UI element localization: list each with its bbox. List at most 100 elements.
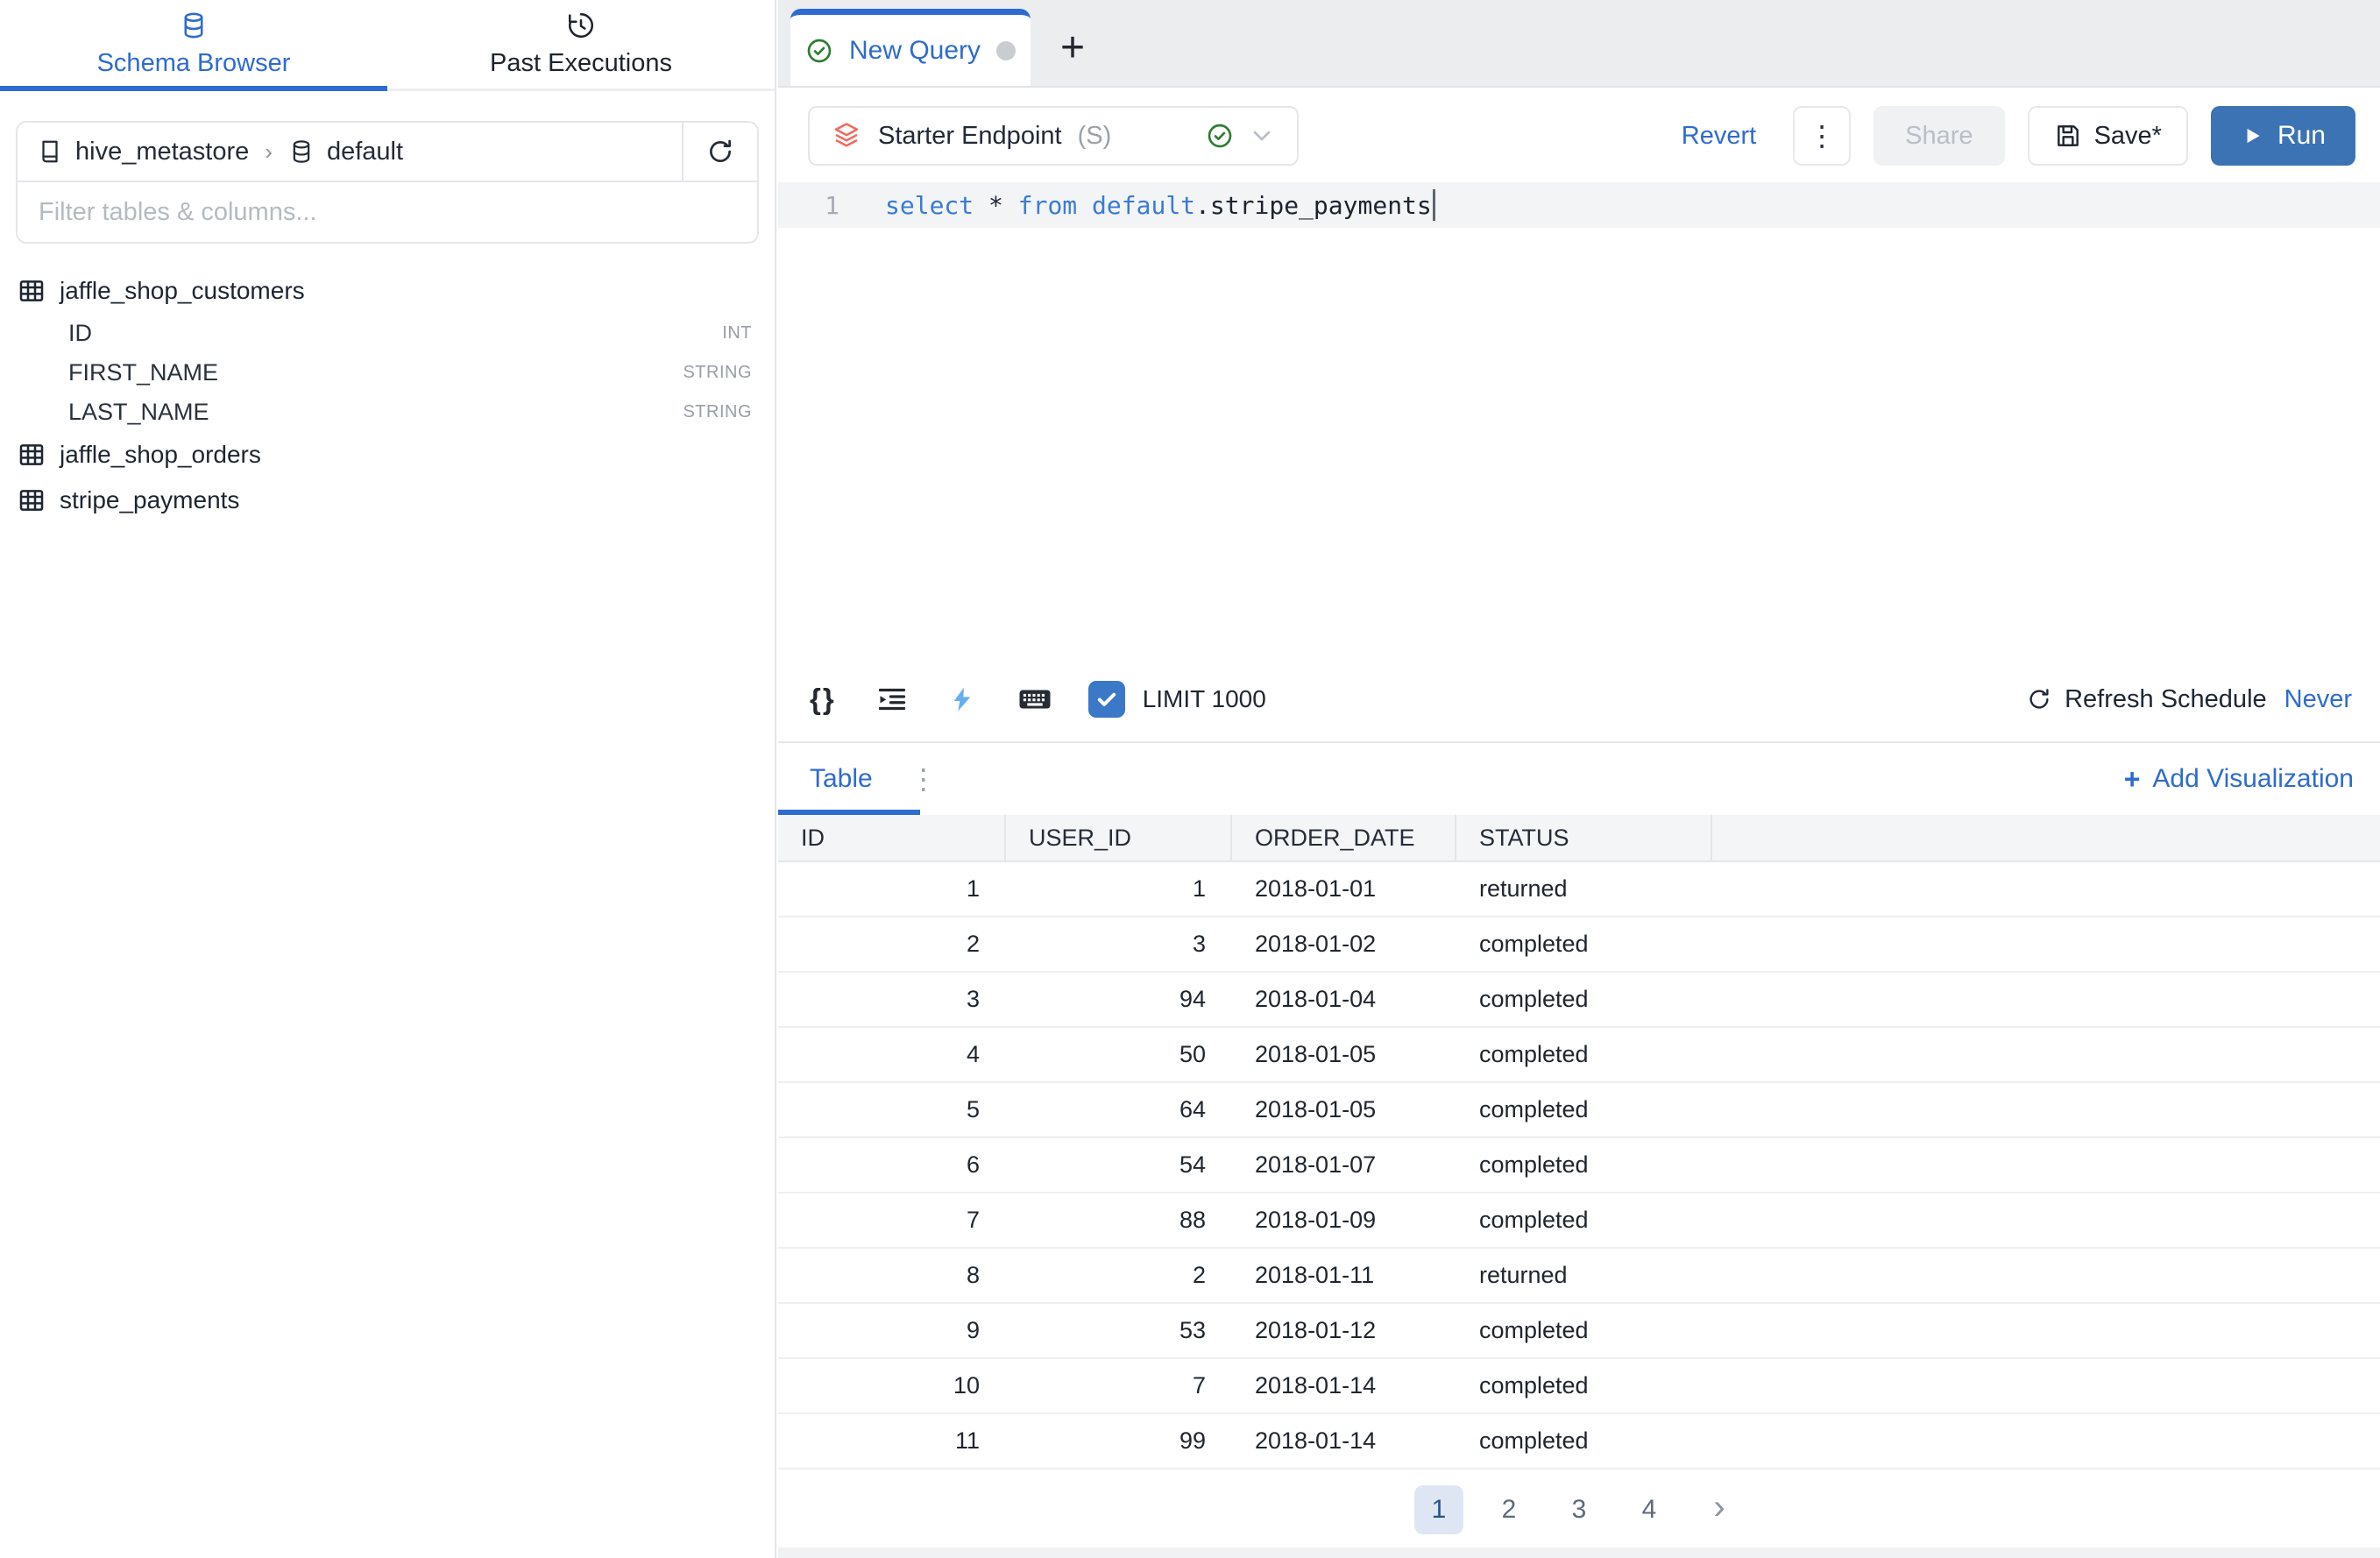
refresh-schedule-icon <box>2026 686 2052 712</box>
filter-input[interactable] <box>39 198 736 227</box>
page-button-2[interactable]: 2 <box>1484 1485 1534 1534</box>
share-button[interactable]: Share <box>1874 106 2004 166</box>
page-button-3[interactable]: 3 <box>1555 1485 1604 1534</box>
tab-table-visualization[interactable]: Table <box>810 764 873 794</box>
new-tab-button[interactable]: + <box>1031 9 1115 86</box>
table-cell: 50 <box>1006 1028 1232 1081</box>
table-cell: 4 <box>778 1028 1006 1081</box>
table-cell: 1 <box>1006 862 1232 916</box>
endpoint-status-check-icon <box>1206 122 1234 150</box>
browser-controls: hive_metastore › default <box>16 121 759 244</box>
table-cell-filler <box>1712 1083 2380 1137</box>
tab-past-executions[interactable]: Past Executions <box>387 0 775 89</box>
refresh-schedule-label: Refresh Schedule <box>2065 685 2267 714</box>
table-cell: completed <box>1456 1083 1712 1137</box>
text-cursor <box>1433 189 1435 221</box>
add-visualization-button[interactable]: + Add Visualization <box>2124 763 2354 796</box>
editor-footer: {} <box>778 668 2380 731</box>
column-header-ID: ID <box>778 815 1006 860</box>
refresh-schema-button[interactable] <box>682 123 757 181</box>
format-braces-icon[interactable]: {} <box>810 683 836 716</box>
catalog-icon <box>37 138 63 165</box>
save-button-label: Save* <box>2094 122 2162 151</box>
table-cell: completed <box>1456 1359 1712 1413</box>
tab-new-query-label: New Query <box>849 36 981 66</box>
table-cell-filler <box>1712 1304 2380 1357</box>
add-visualization-label: Add Visualization <box>2152 764 2354 794</box>
column-header-ORDER_DATE: ORDER_DATE <box>1232 815 1456 860</box>
endpoint-selector[interactable]: Starter Endpoint (S) <box>808 106 1299 166</box>
table-cell: completed <box>1456 1138 1712 1192</box>
refresh-schedule-value[interactable]: Never <box>2284 685 2352 714</box>
table-name: jaffle_shop_customers <box>60 277 305 305</box>
run-play-icon <box>2241 124 2263 147</box>
run-button[interactable]: Run <box>2211 106 2355 166</box>
table-cell-filler <box>1712 1414 2380 1468</box>
table-cell-filler <box>1712 1359 2380 1413</box>
table-cell: 5 <box>778 1083 1006 1137</box>
table-icon <box>18 277 46 305</box>
table-cell: 2 <box>1006 1249 1232 1302</box>
table-cell: completed <box>1456 1304 1712 1357</box>
pagination: 1234 › <box>778 1485 2380 1534</box>
query-tabstrip: New Query + <box>778 0 2380 88</box>
sql-editor[interactable]: 1 select * from default.stripe_payments <box>778 182 2380 668</box>
schema-sidebar: Schema Browser Past Executions hive_meta… <box>0 0 776 1558</box>
table-cell: 9 <box>778 1304 1006 1357</box>
column-header-USER_ID: USER_ID <box>1006 815 1232 860</box>
endpoint-name: Starter Endpoint <box>878 122 1062 151</box>
checkbox-check-icon <box>1094 687 1119 712</box>
table-cell: 8 <box>778 1249 1006 1302</box>
visualization-kebab-icon[interactable]: ⋮ <box>910 762 938 796</box>
keyboard-shortcuts-icon[interactable] <box>1016 681 1053 718</box>
tab-schema-browser[interactable]: Schema Browser <box>0 0 387 89</box>
plus-icon: + <box>2124 763 2141 796</box>
schema-database-icon <box>288 138 315 165</box>
table-cell: completed <box>1456 1414 1712 1468</box>
table-row: 11992018-01-14completed <box>778 1414 2380 1469</box>
tab-new-query[interactable]: New Query <box>790 9 1031 86</box>
save-button[interactable]: Save* <box>2028 106 2188 166</box>
breadcrumb-path[interactable]: hive_metastore › default <box>18 138 682 166</box>
auto-indent-icon[interactable] <box>876 683 908 715</box>
tree-table-jaffle_shop_customers[interactable]: jaffle_shop_customers <box>0 268 775 314</box>
table-row: 112018-01-01returned <box>778 862 2380 917</box>
limit-checkbox[interactable] <box>1088 681 1125 718</box>
sidebar-tabs: Schema Browser Past Executions <box>0 0 775 91</box>
sql-active-line[interactable]: 1 select * from default.stripe_payments <box>778 182 2380 228</box>
breadcrumb-schema[interactable]: default <box>327 138 403 166</box>
table-cell: 2018-01-02 <box>1232 917 1456 971</box>
sql-token: select <box>885 191 974 220</box>
tab-past-executions-label: Past Executions <box>490 49 672 78</box>
query-menu-kebab-button[interactable]: ⋮ <box>1793 106 1851 166</box>
table-cell: 2018-01-07 <box>1232 1138 1456 1192</box>
page-button-4[interactable]: 4 <box>1625 1485 1674 1534</box>
column-type: INT <box>722 323 752 343</box>
tree-table-jaffle_shop_orders[interactable]: jaffle_shop_orders <box>0 432 775 478</box>
revert-link[interactable]: Revert <box>1682 122 1756 151</box>
unsaved-indicator-dot <box>996 41 1016 60</box>
next-page-button[interactable]: › <box>1695 1485 1744 1534</box>
table-tab-underline <box>778 810 920 815</box>
page-button-1[interactable]: 1 <box>1414 1485 1463 1534</box>
table-row: 232018-01-02completed <box>778 917 2380 973</box>
save-floppy-icon <box>2054 122 2082 150</box>
table-cell: 2018-01-11 <box>1232 1249 1456 1302</box>
tree-column-LAST_NAME[interactable]: LAST_NAMESTRING <box>0 393 775 432</box>
column-header-STATUS: STATUS <box>1456 815 1712 860</box>
table-row: 6542018-01-07completed <box>778 1138 2380 1193</box>
breadcrumb-catalog[interactable]: hive_metastore <box>75 138 249 166</box>
results-panel: Table ⋮ + Add Visualization IDUSER_IDORD… <box>778 741 2380 1558</box>
refresh-schedule: Refresh Schedule Never <box>2026 685 2352 714</box>
endpoint-size: (S) <box>1078 122 1112 151</box>
lightning-icon[interactable] <box>948 685 976 713</box>
horizontal-scrollbar-track <box>778 1547 2380 1558</box>
table-cell: 2018-01-14 <box>1232 1414 1456 1468</box>
table-cell: completed <box>1456 1028 1712 1081</box>
tree-column-ID[interactable]: IDINT <box>0 314 775 353</box>
table-cell: 54 <box>1006 1138 1232 1192</box>
tree-table-stripe_payments[interactable]: stripe_payments <box>0 478 775 523</box>
table-cell: completed <box>1456 1193 1712 1247</box>
tree-column-FIRST_NAME[interactable]: FIRST_NAMESTRING <box>0 353 775 393</box>
column-type: STRING <box>683 402 752 422</box>
